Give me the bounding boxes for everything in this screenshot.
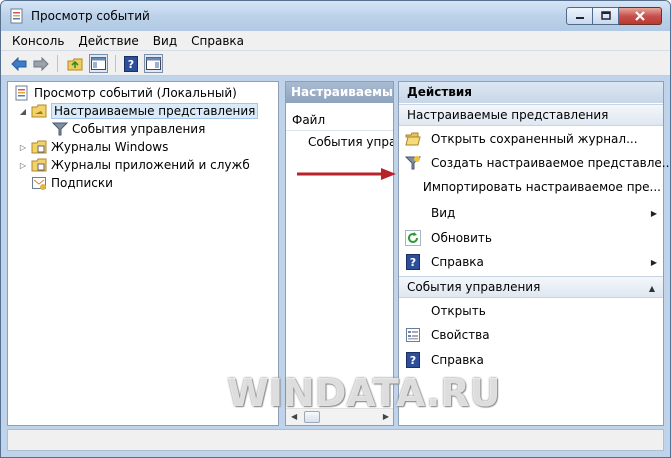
forward-arrow-icon xyxy=(33,56,49,71)
maximize-button[interactable] xyxy=(593,7,619,25)
action-label: Вид xyxy=(431,206,456,220)
action-label: Открыть xyxy=(431,304,486,318)
subscriptions-icon xyxy=(31,175,47,191)
filter-icon xyxy=(405,155,421,171)
action-label: Справка xyxy=(431,353,484,367)
submenu-arrow-icon: ▶ xyxy=(650,258,657,267)
show-hide-action-pane-button[interactable] xyxy=(144,54,163,73)
help-icon: ? xyxy=(405,254,421,270)
tree-item-admin-events[interactable]: События управления xyxy=(51,120,206,138)
collapse-caret-icon[interactable]: ▲ xyxy=(649,284,655,293)
tree-item-subscriptions[interactable]: Подписки xyxy=(31,174,113,192)
tree-item-label: Журналы приложений и служб xyxy=(51,158,250,172)
tree-item-label: События управления xyxy=(72,122,206,136)
menu-console[interactable]: Консоль xyxy=(5,34,71,48)
caption-buttons xyxy=(566,7,662,25)
window-title: Просмотр событий xyxy=(31,9,150,23)
submenu-arrow-icon: ▶ xyxy=(650,209,657,218)
menu-bar: Консоль Действие Вид Справка xyxy=(1,31,670,51)
action-help-admin[interactable]: ? Справка xyxy=(405,350,661,370)
close-icon xyxy=(635,11,645,21)
svg-text:?: ? xyxy=(410,354,416,367)
show-hide-tree-button[interactable] xyxy=(89,54,108,73)
action-open-saved-log[interactable]: Открыть сохраненный журнал... xyxy=(405,129,661,149)
tree-item-label: Настраиваемые представления xyxy=(51,103,259,119)
action-help[interactable]: ? Справка ▶ xyxy=(405,252,661,272)
action-label: Создать настраиваемое представле... xyxy=(431,156,671,170)
collapse-arrow-icon[interactable]: ◢ xyxy=(18,107,28,116)
forward-button[interactable] xyxy=(31,54,50,73)
action-label: Справка xyxy=(431,255,484,269)
title-bar[interactable]: Просмотр событий xyxy=(1,1,670,31)
event-viewer-app-icon xyxy=(10,8,23,24)
expand-arrow-icon[interactable]: ▷ xyxy=(18,143,28,152)
action-open[interactable]: Открыть xyxy=(405,301,661,321)
minimize-icon xyxy=(575,17,584,19)
actions-section-custom-views[interactable]: Настраиваемые представления xyxy=(399,104,663,126)
back-arrow-icon xyxy=(10,56,26,71)
event-viewer-icon xyxy=(14,85,30,101)
svg-text:?: ? xyxy=(410,256,416,269)
folder-open-icon xyxy=(405,131,421,147)
section-title: Настраиваемые представления xyxy=(407,108,609,122)
maximize-icon xyxy=(600,11,611,20)
up-button[interactable] xyxy=(65,54,84,73)
help-icon: ? xyxy=(405,352,421,368)
column-header-file[interactable]: Файл xyxy=(286,109,393,131)
tree-item-root[interactable]: Просмотр событий (Локальный) xyxy=(14,84,237,102)
action-properties[interactable]: Свойства xyxy=(405,325,661,345)
tree-item-custom-views[interactable]: ◢ Настраиваемые представления xyxy=(18,102,259,120)
toolbar-separator xyxy=(115,55,116,72)
help-toolbar-button[interactable]: ? xyxy=(121,54,140,73)
folder-icon xyxy=(31,139,47,155)
action-view[interactable]: Вид ▶ xyxy=(405,203,661,223)
folder-icon xyxy=(31,157,47,173)
action-create-custom-view[interactable]: Создать настраиваемое представле... xyxy=(405,153,670,173)
action-refresh[interactable]: Обновить xyxy=(405,228,661,248)
actions-section-admin-events[interactable]: События управления ▲ xyxy=(399,276,663,298)
tree-item-windows-logs[interactable]: ▷ Журналы Windows xyxy=(18,138,168,156)
filter-icon xyxy=(51,121,69,137)
toolbar-separator xyxy=(57,55,58,72)
tree-item-label: Подписки xyxy=(51,176,113,190)
minimize-button[interactable] xyxy=(566,7,593,25)
annotation-arrow xyxy=(297,168,396,180)
folder-up-icon xyxy=(67,58,82,70)
menu-help[interactable]: Справка xyxy=(184,34,251,48)
back-button[interactable] xyxy=(9,54,28,73)
tree-item-app-logs[interactable]: ▷ Журналы приложений и служб xyxy=(18,156,250,174)
results-pane-header: Настраиваемые представления xyxy=(286,82,393,103)
menu-action[interactable]: Действие xyxy=(71,34,145,48)
action-import-custom-view[interactable]: Импортировать настраиваемое пре... xyxy=(405,177,661,197)
list-item[interactable]: События управления xyxy=(308,135,393,149)
console-tree-icon xyxy=(91,57,106,70)
help-icon: ? xyxy=(123,55,138,72)
action-label: Импортировать настраиваемое пре... xyxy=(422,180,661,194)
toolbar: ? xyxy=(1,51,670,76)
menu-view[interactable]: Вид xyxy=(146,34,184,48)
actions-header: Действия xyxy=(399,82,663,103)
watermark: WINDATA.RU xyxy=(227,371,501,415)
close-button[interactable] xyxy=(619,7,662,25)
folder-icon xyxy=(31,103,47,119)
action-label: Открыть сохраненный журнал... xyxy=(431,132,638,146)
properties-icon xyxy=(405,327,421,343)
svg-text:?: ? xyxy=(127,58,133,71)
action-label: Свойства xyxy=(431,328,490,342)
action-label: Обновить xyxy=(431,231,492,245)
action-pane-icon xyxy=(146,57,161,70)
tree-item-label: Журналы Windows xyxy=(51,140,169,154)
event-viewer-window: Просмотр событий Консоль Действие Вид Сп… xyxy=(0,0,671,458)
expand-arrow-icon[interactable]: ▷ xyxy=(18,161,28,170)
refresh-icon xyxy=(405,230,421,246)
tree-item-label: Просмотр событий (Локальный) xyxy=(34,86,237,100)
status-bar xyxy=(7,429,664,451)
section-title: События управления xyxy=(407,280,541,294)
